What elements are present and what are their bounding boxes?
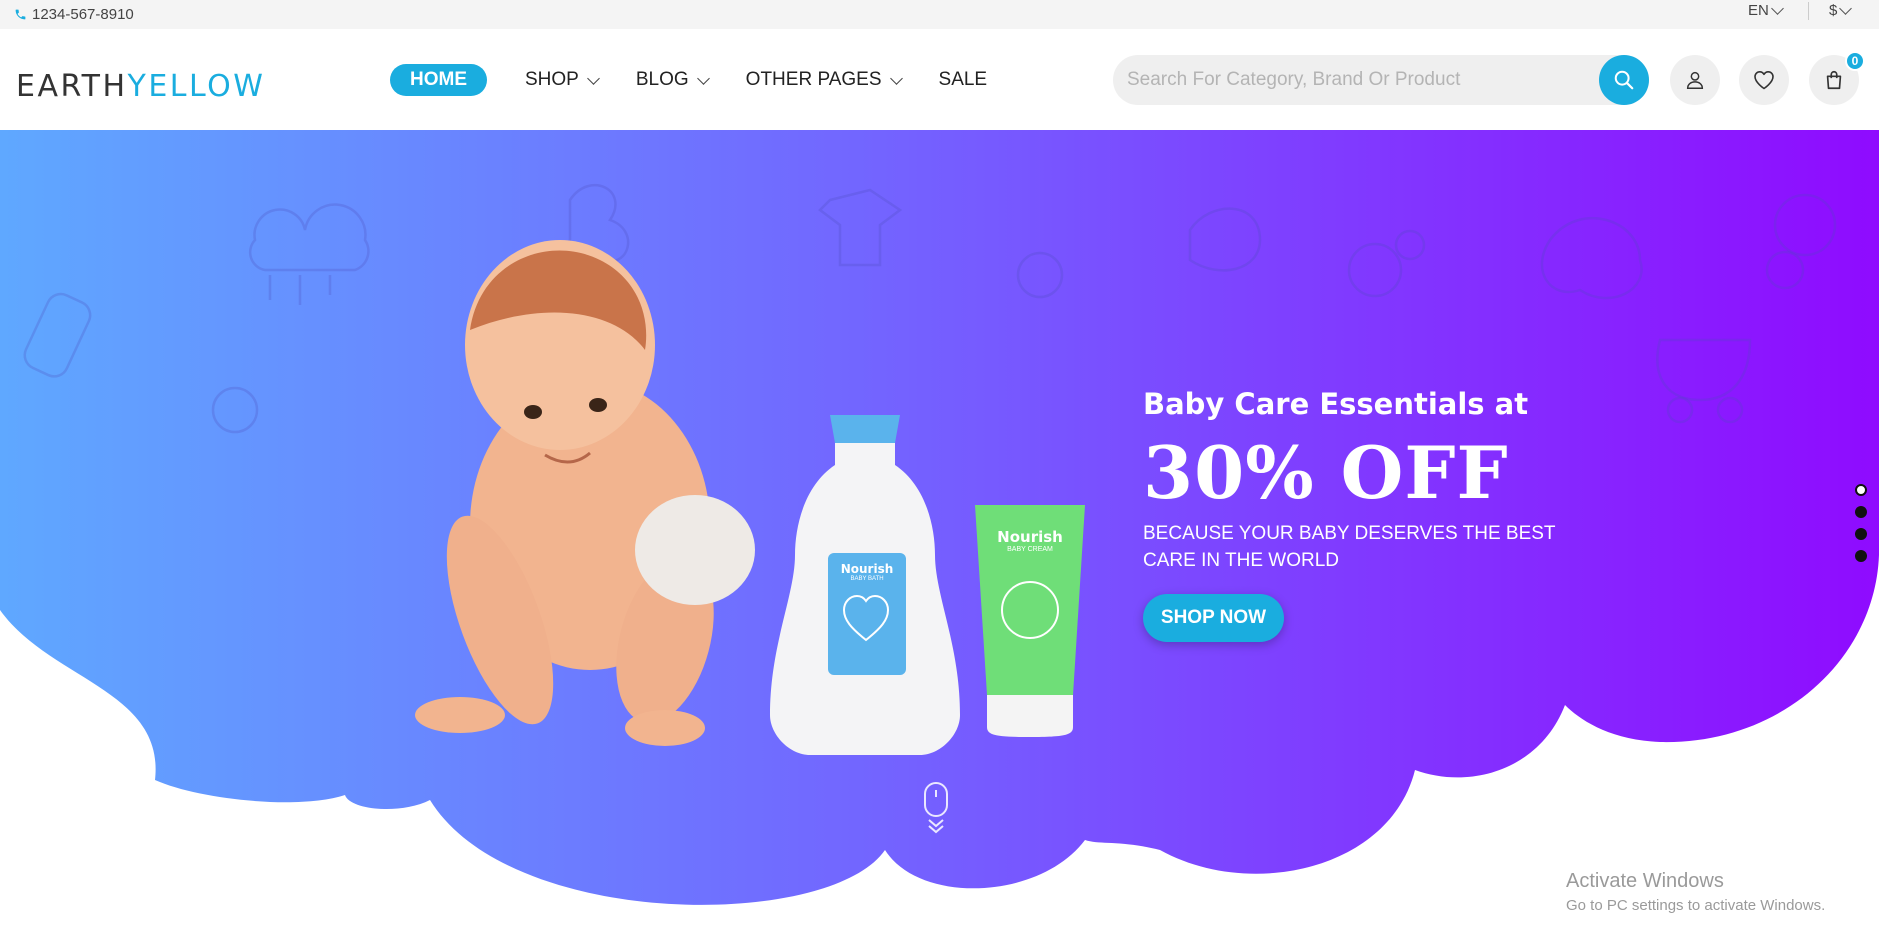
shop-now-button[interactable]: SHOP NOW [1143,594,1284,642]
search-input[interactable] [1127,55,1587,105]
slider-dot-1[interactable] [1855,484,1867,496]
nav-item-other-pages[interactable]: OTHER PAGES [745,64,903,96]
shopping-bag-icon [1826,70,1842,90]
cart-button[interactable]: 0 [1809,51,1865,105]
nav-item-blog[interactable]: BLOG [635,64,710,96]
cream-tube-label: Nourish BABY CREAM [980,528,1080,553]
watermark-title: Activate Windows [1566,870,1724,892]
nav-item-label: SALE [938,69,988,90]
cart-count-badge: 0 [1845,51,1865,71]
account-button[interactable] [1670,55,1720,105]
user-icon [1686,71,1704,89]
currency-value: $ [1829,2,1838,19]
cream-brand: Nourish [997,528,1063,546]
search-icon [1614,70,1634,90]
nav-item-home[interactable]: HOME [390,64,487,96]
currency-selector[interactable]: $ [1829,2,1853,19]
phone-contact[interactable]: 1234-567-8910 [14,6,134,23]
phone-icon [15,9,26,20]
site-logo[interactable]: EARTHYELLOW [16,69,265,104]
bath-bottle-label: Nourish BABY BATH [828,562,906,582]
chevron-down-icon [1770,2,1784,15]
language-selector[interactable]: EN [1748,2,1784,19]
heart-icon [1754,71,1774,90]
hero-slider: Nourish BABY BATH Nourish BABY CREAM [0,126,1879,926]
slider-dot-3[interactable] [1855,528,1867,540]
nav-item-label: BLOG [635,69,689,90]
search-button[interactable] [1599,55,1649,105]
site-header: EARTHYELLOW HOME SHOP BLOG OTHER PAGES S… [0,29,1879,129]
search-bar [1113,55,1649,105]
logo-yellow: YELLOW [127,69,266,104]
nav-item-sale[interactable]: SALE [939,64,988,96]
nav-item-label: OTHER PAGES [745,69,882,90]
slider-dot-2[interactable] [1855,506,1867,518]
hero-title: 30% OFF [1143,430,1509,515]
hero-subtitle: BECAUSE YOUR BABY DESERVES THE BEST CARE… [1143,523,1556,571]
hero-background [0,126,1879,905]
bath-type: BABY BATH [850,576,884,582]
phone-number: 1234-567-8910 [32,6,134,23]
cream-type: BABY CREAM [1007,546,1053,553]
windows-activation-watermark: Activate Windows Go to PC settings to ac… [1566,870,1825,914]
chevron-down-icon [696,71,710,85]
nav-item-label: HOME [410,69,467,90]
nav-item-shop[interactable]: SHOP [525,64,600,96]
slider-dot-4[interactable] [1855,550,1867,562]
chevron-down-icon [889,71,903,85]
divider [1808,2,1809,20]
nav-item-label: SHOP [525,69,579,90]
hero-pretitle: Baby Care Essentials at [1143,387,1529,421]
main-nav: HOME SHOP BLOG OTHER PAGES SALE [390,64,1025,96]
chevron-down-icon [1839,2,1853,15]
wishlist-button[interactable] [1739,55,1789,105]
bath-brand: Nourish [840,562,894,576]
top-bar: 1234-567-8910 EN $ [0,0,1879,29]
chevron-down-icon [586,71,600,85]
slider-pagination [1855,484,1867,562]
language-value: EN [1748,2,1769,19]
logo-earth: EARTH [16,69,128,104]
watermark-text: Go to PC settings to activate Windows. [1566,897,1826,914]
